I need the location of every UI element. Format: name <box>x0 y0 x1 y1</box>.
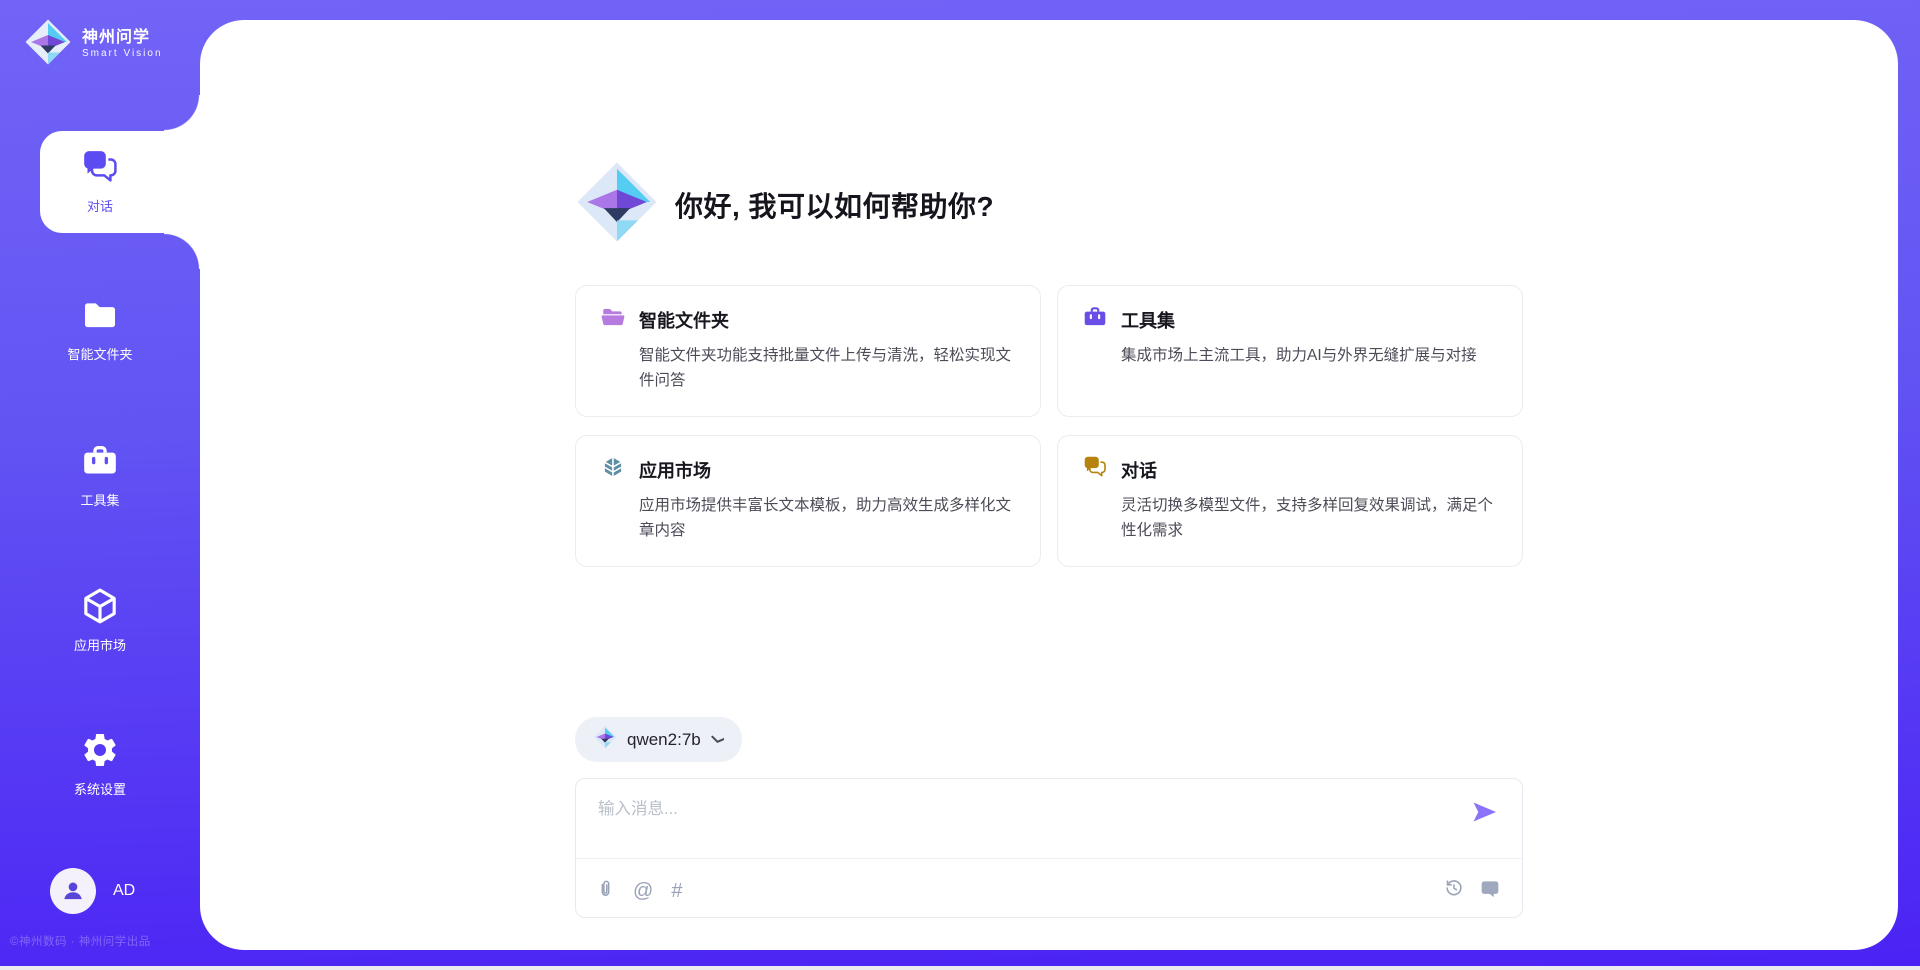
brand-logo-diamond-icon <box>24 18 72 71</box>
card-description: 智能文件夹功能支持批量文件上传与清洗，轻松实现文件问答 <box>639 344 1016 394</box>
folder-open-icon <box>600 304 626 335</box>
message-bubble-icon[interactable] <box>1480 878 1500 903</box>
brand-name: 神州问学 <box>82 28 163 48</box>
card-description: 应用市场提供丰富长文本模板，助力高效生成多样化文章内容 <box>639 494 1016 544</box>
card-title: 工具集 <box>1121 307 1175 333</box>
model-name: qwen2:7b <box>627 730 701 750</box>
sidebar-item-toolset[interactable]: 工具集 <box>0 441 200 509</box>
topic-hash-icon[interactable]: # <box>671 881 682 901</box>
sidebar-item-label: 工具集 <box>80 490 119 509</box>
card-app-market[interactable]: 应用市场 应用市场提供丰富长文本模板，助力高效生成多样化文章内容 <box>575 435 1041 567</box>
copyright-text: ©神州数码 · 神州问学出品 <box>10 933 151 949</box>
chat-icon <box>80 147 120 187</box>
attachment-paperclip-icon[interactable] <box>596 879 615 903</box>
model-selector[interactable]: qwen2:7b <box>575 717 742 762</box>
composer-divider <box>576 858 1522 859</box>
sidebar-item-settings[interactable]: 系统设置 <box>0 730 200 798</box>
message-composer: @ # <box>575 778 1523 918</box>
toolbox-icon <box>80 441 120 481</box>
greeting-title: 你好, 我可以如何帮助你? <box>675 185 994 225</box>
chat-icon <box>1082 454 1108 485</box>
card-description: 灵活切换多模型文件，支持多样回复效果调试，满足个性化需求 <box>1121 494 1498 544</box>
sidebar-item-label: 智能文件夹 <box>67 344 132 363</box>
card-toolset[interactable]: 工具集 集成市场上主流工具，助力AI与外界无缝扩展与对接 <box>1057 285 1523 417</box>
sidebar-item-smart-folder[interactable]: 智能文件夹 <box>0 295 200 363</box>
send-icon[interactable] <box>1472 801 1498 823</box>
sidebar-item-app-market[interactable]: 应用市场 <box>0 586 200 654</box>
card-description: 集成市场上主流工具，助力AI与外界无缝扩展与对接 <box>1121 344 1498 369</box>
card-title: 应用市场 <box>639 457 711 483</box>
active-tab-curve-top <box>164 95 200 131</box>
message-input[interactable] <box>596 793 1440 855</box>
brand: 神州问学 Smart Vision <box>24 18 163 71</box>
sidebar-item-label: 应用市场 <box>74 635 126 654</box>
card-title: 对话 <box>1121 457 1157 483</box>
card-chat[interactable]: 对话 灵活切换多模型文件，支持多样回复效果调试，满足个性化需求 <box>1057 435 1523 567</box>
avatar <box>50 868 96 914</box>
feature-cards: 智能文件夹 智能文件夹功能支持批量文件上传与清洗，轻松实现文件问答 <box>575 285 1523 567</box>
history-icon[interactable] <box>1444 878 1464 903</box>
greeting-row: 你好, 我可以如何帮助你? <box>575 160 1523 249</box>
active-tab-curve-bottom <box>164 233 200 269</box>
card-title: 智能文件夹 <box>639 307 729 333</box>
card-smart-folder[interactable]: 智能文件夹 智能文件夹功能支持批量文件上传与清洗，轻松实现文件问答 <box>575 285 1041 417</box>
app-background: 神州问学 Smart Vision 对话 智能文件夹 <box>0 0 1920 966</box>
model-logo-diamond-icon <box>593 725 617 754</box>
sidebar-item-label: 对话 <box>87 196 113 215</box>
cube-grid-icon <box>600 454 626 485</box>
chevron-down-icon <box>711 731 724 749</box>
cube-icon <box>80 586 120 626</box>
toolbox-icon <box>1082 304 1108 335</box>
folder-icon <box>80 295 120 335</box>
user-initials: AD <box>113 882 135 900</box>
gear-icon <box>80 730 120 770</box>
page-bottom-strip <box>0 966 1920 970</box>
sidebar-item-label: 系统设置 <box>74 779 126 798</box>
user-account[interactable]: AD <box>50 868 135 914</box>
mention-at-icon[interactable]: @ <box>633 881 653 901</box>
sidebar-item-chat[interactable]: 对话 <box>0 147 200 215</box>
assistant-logo-diamond-icon <box>575 160 659 249</box>
brand-subtitle: Smart Vision <box>82 48 163 61</box>
